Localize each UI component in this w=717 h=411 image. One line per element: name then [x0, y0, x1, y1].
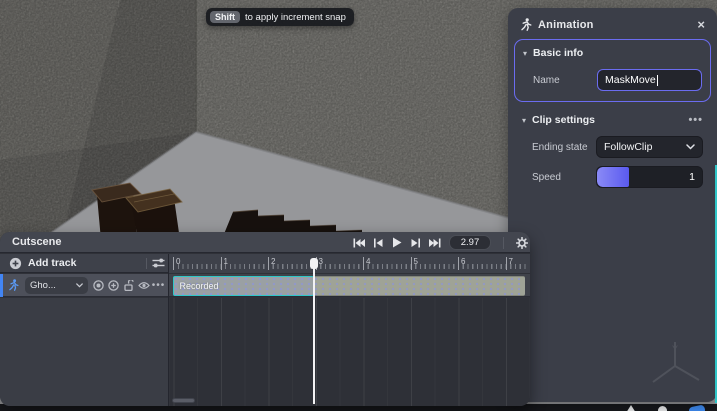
time-value: 2.97: [461, 237, 480, 248]
close-icon[interactable]: ×: [697, 18, 705, 31]
speed-label: Speed: [532, 172, 596, 183]
text-caret: [657, 75, 658, 86]
speed-fill: [597, 167, 629, 187]
timeline-clip[interactable]: [314, 276, 526, 296]
add-track-label: Add track: [28, 257, 76, 269]
tooltip-text: to apply increment snap: [245, 12, 346, 23]
section-title: Clip settings: [532, 114, 595, 126]
cutscene-panel: Cutscene 2.97: [0, 232, 530, 406]
animation-icon: [520, 18, 532, 31]
horizontal-scrollbar-thumb[interactable]: [172, 398, 195, 403]
ruler-minor-ticks: [173, 264, 526, 269]
cursor-icon: [626, 405, 636, 411]
dot-icon: [658, 406, 667, 411]
skip-to-end-button[interactable]: [427, 235, 442, 250]
time-input[interactable]: 2.97: [449, 235, 491, 250]
transport-controls: 2.97 ×: [351, 232, 530, 253]
speed-value: 1: [689, 171, 695, 183]
track-list-empty-area: [0, 298, 168, 406]
panel-title: Animation: [538, 19, 594, 31]
play-button[interactable]: [389, 235, 404, 250]
track-filter-icon[interactable]: [152, 257, 165, 269]
divider: [146, 258, 147, 269]
timeline-ruler[interactable]: [169, 254, 530, 273]
section-title: Basic info: [533, 47, 583, 59]
animation-panel: Animation × ▾ Basic info Name MaskMove ▾…: [508, 8, 717, 402]
name-label: Name: [533, 75, 597, 86]
snap-tooltip: Shift to apply increment snap: [206, 8, 354, 26]
clip-lane: Recorded: [0, 276, 530, 296]
step-forward-button[interactable]: [408, 235, 423, 250]
ending-state-dropdown[interactable]: FollowClip: [596, 136, 703, 158]
clip-settings-header[interactable]: ▾ Clip settings •••: [522, 114, 703, 126]
settings-gear-icon[interactable]: [514, 235, 530, 251]
basic-info-header[interactable]: ▾ Basic info: [523, 47, 702, 59]
editor-screen: Shift to apply increment snap Animation …: [0, 0, 717, 411]
animation-panel-header: Animation ×: [508, 8, 717, 37]
timeline-grid[interactable]: [169, 298, 530, 406]
cutscene-title: Cutscene: [12, 236, 62, 248]
speed-slider[interactable]: 1: [596, 166, 703, 188]
collapse-caret-icon[interactable]: ▾: [523, 49, 527, 58]
plus-circle-icon: [9, 257, 22, 270]
clip-settings-section: ▾ Clip settings ••• Ending state FollowC…: [514, 114, 711, 188]
timeline-clip[interactable]: Recorded: [173, 276, 314, 296]
skip-to-start-button[interactable]: [351, 235, 366, 250]
chevron-down-icon: [686, 144, 695, 150]
add-track-button[interactable]: Add track: [9, 257, 76, 270]
blue-marker-icon: [688, 404, 706, 411]
ending-state-value: FollowClip: [604, 141, 652, 153]
collapse-caret-icon[interactable]: ▾: [522, 116, 526, 125]
playhead-line: [313, 268, 315, 404]
basic-info-section: ▾ Basic info Name MaskMove: [514, 39, 711, 102]
step-back-button[interactable]: [370, 235, 385, 250]
divider: [503, 237, 504, 249]
name-value: MaskMove: [605, 74, 656, 86]
ending-state-label: Ending state: [532, 142, 596, 153]
name-input[interactable]: MaskMove: [597, 69, 702, 91]
shift-keycap: Shift: [210, 11, 240, 23]
